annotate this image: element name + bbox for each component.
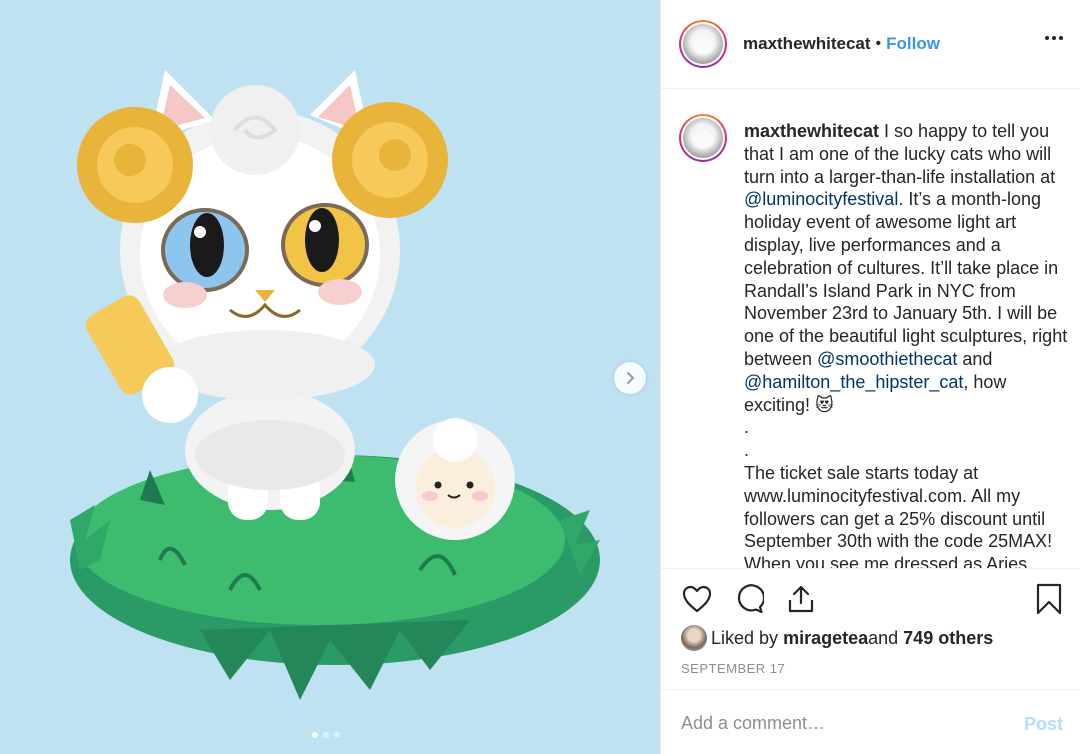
- header-username[interactable]: maxthewhitecat: [743, 34, 871, 54]
- likes-count-link[interactable]: 749 others: [903, 628, 993, 649]
- caption-segment: . It’s a month-long holiday event of awe…: [744, 189, 1068, 369]
- cat-illustration: [70, 70, 600, 700]
- header-separator: •: [875, 35, 882, 52]
- comment-icon[interactable]: [733, 583, 765, 615]
- caption-username[interactable]: maxthewhitecat: [744, 121, 879, 141]
- caption-avatar[interactable]: [679, 114, 727, 162]
- liker-username[interactable]: miragetea: [783, 628, 868, 649]
- carousel-dot: [312, 732, 318, 738]
- more-horizontal-icon[interactable]: [1045, 36, 1063, 40]
- likes-middle: and: [868, 627, 899, 648]
- carousel-dots: [312, 732, 340, 738]
- post-image[interactable]: [0, 0, 660, 754]
- caption-paragraph: The ticket sale starts today at www.lumi…: [744, 462, 1053, 552]
- likes-prefix: Liked by: [711, 627, 779, 648]
- follow-button[interactable]: Follow: [886, 34, 940, 54]
- avatar[interactable]: [679, 20, 727, 68]
- post-actions: Liked by miragetea and 749 others SEPTEM…: [661, 568, 1080, 688]
- chevron-right-icon: [627, 372, 635, 384]
- share-icon[interactable]: [785, 583, 817, 615]
- comment-input[interactable]: [681, 708, 1001, 738]
- caption-dot: .: [744, 440, 750, 461]
- next-slide-button[interactable]: [614, 362, 646, 394]
- bookmark-icon[interactable]: [1033, 583, 1065, 615]
- post-date: SEPTEMBER 17: [681, 661, 786, 676]
- comment-bar: Post: [661, 689, 1080, 754]
- mention-link[interactable]: @smoothiethecat: [817, 349, 957, 369]
- carousel-dot: [334, 732, 340, 738]
- avatar-image: [683, 24, 723, 64]
- caption-scroll-area[interactable]: maxthewhitecat I so happy to tell you th…: [661, 90, 1080, 568]
- heart-icon[interactable]: [681, 583, 713, 615]
- caption-dot: .: [744, 417, 750, 438]
- post-comment-button[interactable]: Post: [1024, 714, 1063, 735]
- mention-link[interactable]: @luminocityfestival: [744, 189, 898, 209]
- caption-text: maxthewhitecat I so happy to tell you th…: [744, 120, 1074, 568]
- avatar-image: [683, 118, 723, 158]
- post-header: maxthewhitecat • Follow: [661, 0, 1080, 89]
- caption-paragraph: When you see me dressed as Aries: [744, 554, 1028, 568]
- likes-summary: Liked by miragetea and 749 others: [681, 625, 993, 651]
- caption-segment: and: [957, 348, 993, 369]
- liker-avatar[interactable]: [681, 625, 707, 651]
- carousel-dot: [323, 732, 329, 738]
- post-sidebar: maxthewhitecat • Follow maxthewhitecat I…: [660, 0, 1080, 754]
- mention-link[interactable]: @hamilton_the_hipster_cat: [744, 372, 963, 392]
